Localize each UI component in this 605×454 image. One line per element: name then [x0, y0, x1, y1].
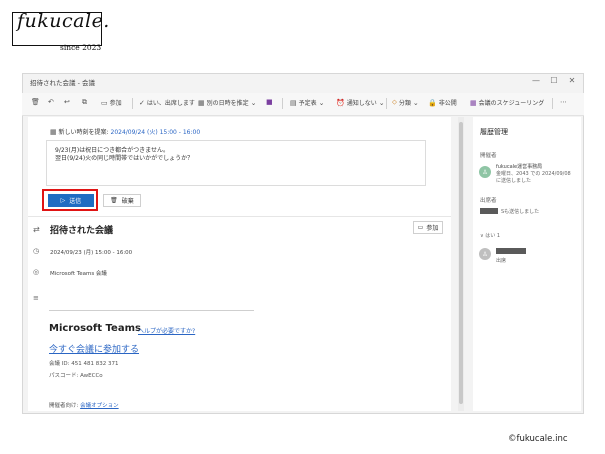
undo-toolbar-button[interactable]: ↩	[64, 98, 70, 106]
meeting-passcode: パスコード: AwECCo	[49, 373, 103, 379]
trash-icon: 🗑	[110, 197, 118, 204]
event-location: Microsoft Teams 会議	[50, 271, 107, 277]
tracking-pane	[473, 117, 581, 411]
organizer-note-1: 金曜日、2043 での 2024/09/08	[496, 171, 571, 177]
redacted-attendee-name	[496, 248, 526, 254]
attendee-note: Sも送信しました	[501, 209, 540, 215]
send-button-highlight	[42, 189, 98, 211]
join-toolbar-button[interactable]: ▭ 参加	[101, 98, 122, 108]
reminder-toolbar-label: 通知しない	[346, 100, 377, 107]
trash-icon: 🗑	[31, 98, 40, 106]
notes-icon: ≡	[33, 294, 39, 302]
close-icon[interactable]: ✕	[566, 76, 578, 85]
tracking-title: 履歴管理	[480, 128, 508, 136]
calendar-toolbar-button[interactable]: ▤ 予定表 ⌄	[290, 98, 325, 108]
check-icon: ✓	[139, 98, 145, 107]
toolbar-divider	[282, 98, 283, 109]
attendee-status: 出席	[496, 258, 507, 264]
calendar-toolbar-label: 予定表	[298, 100, 317, 107]
accept-toolbar-button[interactable]: ✓ はい、出席します	[139, 98, 195, 108]
calendar-icon: ▦	[50, 128, 57, 136]
attendee-avatar: ♙	[479, 248, 491, 260]
message-line-2: 翌日(9/24)火の同じ時間帯ではいかがでしょうか？	[55, 155, 194, 162]
categorize-toolbar-label: 分類	[398, 100, 411, 107]
folder-icon: ▤	[290, 98, 297, 107]
video-icon: ▭	[101, 98, 108, 107]
copyright: ©fukucale.inc	[508, 434, 568, 444]
title-bar: 招待された会議 - 会議 — ☐ ✕	[22, 73, 584, 91]
onenote-toolbar-button[interactable]: ■	[266, 98, 273, 106]
attendee-label: 出席者	[480, 198, 497, 204]
clock-icon: ◷	[33, 247, 40, 255]
event-datetime: 2024/09/23 (月) 15:00 - 16:00	[50, 250, 133, 256]
scheduling-toolbar-button[interactable]: ▦ 会議のスケジューリング	[470, 98, 545, 108]
window-title: 招待された会議 - 会議	[30, 79, 95, 87]
maximize-icon[interactable]: ☐	[548, 76, 560, 85]
organizer-label: 開催者	[480, 153, 497, 159]
teams-help-link[interactable]: ヘルプが必要ですか?	[138, 326, 195, 335]
delete-toolbar-button[interactable]: 🗑	[31, 98, 40, 106]
body-separator	[49, 310, 254, 311]
logo-since: since 2023	[60, 43, 102, 52]
calendar-icon: ▦	[198, 98, 205, 107]
undo-icon: ↩	[64, 98, 70, 106]
organizer-note-2: に送信しました	[496, 178, 532, 184]
redacted-name	[480, 208, 498, 214]
location-icon: ◎	[33, 268, 40, 276]
more-toolbar-button[interactable]: ⋯	[560, 98, 567, 106]
lock-icon: 🔒	[428, 98, 437, 107]
reply-icon: ↶	[48, 98, 54, 106]
section-divider	[28, 216, 451, 217]
more-icon: ⋯	[560, 98, 567, 106]
teams-title: Microsoft Teams	[49, 323, 141, 334]
toolbar-divider	[132, 98, 133, 109]
alarm-icon: ⏰	[336, 98, 345, 107]
propose-time-toolbar-button[interactable]: ▦ 別の日時を推定 ⌄	[198, 98, 257, 108]
organizer-info: fukucale運営事務局 金曜日、2043 での 2024/09/08 に送信…	[496, 164, 571, 185]
meeting-id: 会議 ID: 451 481 832 371	[49, 361, 119, 367]
meeting-icon: ⇄	[33, 225, 40, 234]
toolbar-divider	[386, 98, 387, 109]
scheduling-icon: ▦	[470, 98, 477, 107]
organizer-options: 開催者向け: 会議オプション	[49, 401, 119, 409]
join-toolbar-label: 参加	[109, 100, 122, 107]
join-button-label: 参加	[426, 225, 439, 232]
copy-icon: ⧉	[82, 98, 87, 106]
proposal-line: ▦ 新しい時刻を提案: 2024/09/24 (火) 15:00 - 16:00	[50, 127, 200, 136]
scheduling-toolbar-label: 会議のスケジューリング	[478, 100, 545, 107]
organizer-name: fukucale運営事務局	[496, 164, 543, 170]
logo-text: fukucale.	[17, 10, 110, 32]
person-icon: ♙	[482, 250, 488, 258]
join-meeting-link[interactable]: 今すぐ会議に参加する	[49, 342, 139, 355]
discard-button-label: 破棄	[121, 198, 134, 205]
onenote-icon: ■	[266, 98, 273, 106]
propose-time-toolbar-label: 別の日時を推定	[206, 100, 249, 107]
tag-icon: ⬦	[392, 98, 397, 106]
chevron-down-icon: ⌄	[412, 98, 419, 107]
private-toolbar-button[interactable]: 🔒 非公開	[428, 98, 457, 108]
meeting-options-link[interactable]: 会議オプション	[80, 403, 119, 409]
discard-button[interactable]: 🗑 破棄	[103, 194, 141, 207]
private-toolbar-label: 非公開	[438, 100, 457, 107]
proposal-label: 新しい時刻を提案:	[58, 129, 109, 136]
organizer-prefix: 開催者向け:	[49, 403, 81, 409]
categorize-toolbar-button[interactable]: ⬦ 分類 ⌄	[392, 98, 419, 107]
join-button[interactable]: ▭ 参加	[413, 221, 443, 234]
chevron-down-icon: ⌄	[318, 98, 325, 107]
video-icon: ▭	[417, 224, 424, 231]
organizer-avatar: ♙	[479, 166, 491, 178]
chevron-down-icon: ⌄	[378, 98, 385, 107]
reply-toolbar-button[interactable]: ↶	[48, 98, 54, 106]
accepted-group-toggle[interactable]: ∨ はい 1	[480, 232, 500, 239]
scrollbar-thumb[interactable]	[459, 122, 463, 404]
minimize-icon[interactable]: —	[530, 76, 542, 85]
person-icon: ♙	[482, 168, 488, 176]
copy-toolbar-button[interactable]: ⧉	[82, 98, 87, 107]
proposal-datetime: 2024/09/24 (火) 15:00 - 16:00	[110, 129, 201, 136]
toolbar-divider	[552, 98, 553, 109]
event-title: 招待された会議	[50, 226, 114, 236]
reminder-toolbar-button[interactable]: ⏰ 通知しない ⌄	[336, 98, 385, 108]
accept-toolbar-label: はい、出席します	[146, 100, 195, 107]
chevron-down-icon: ⌄	[250, 98, 257, 107]
